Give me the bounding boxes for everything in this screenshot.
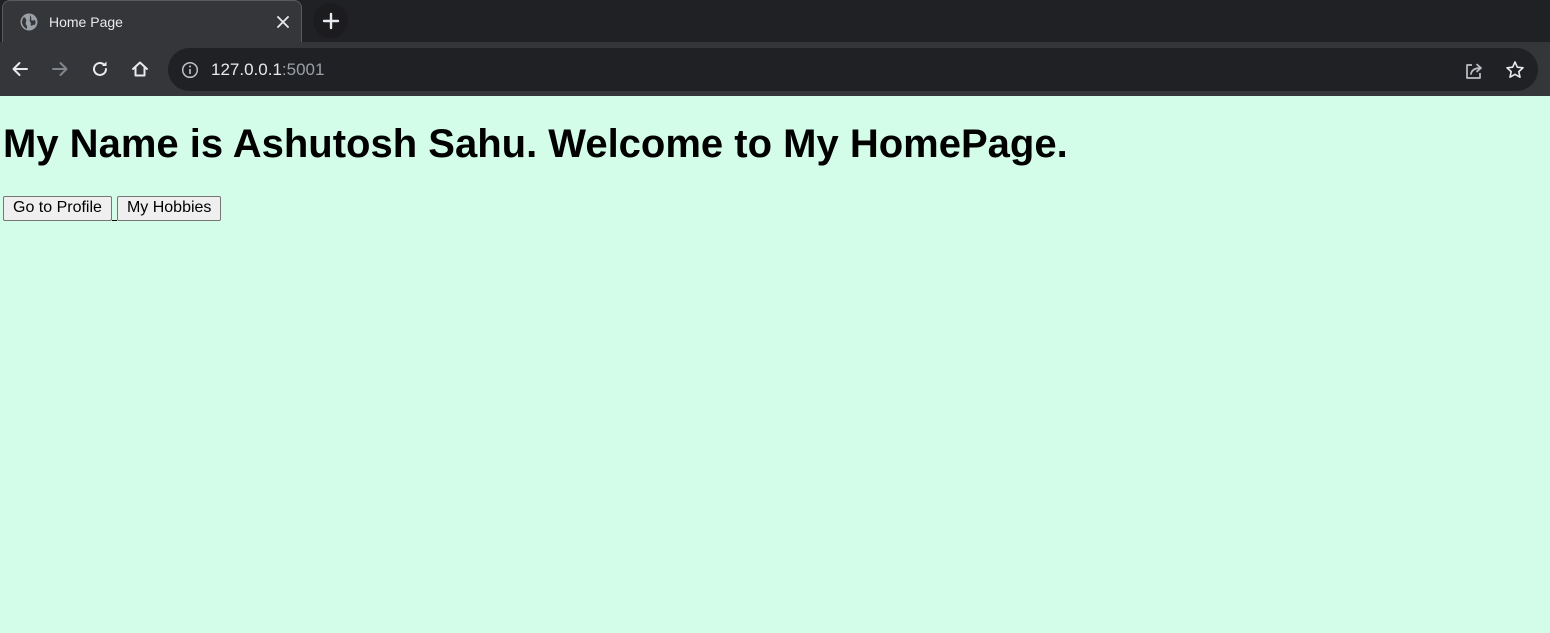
button-row: Go to Profile My Hobbies: [3, 195, 222, 221]
url-port: :5001: [281, 60, 325, 79]
reload-icon: [90, 59, 110, 79]
home-button[interactable]: [126, 55, 154, 83]
browser-window: Home Page 127.0.0.1:5001 My Name is Ashu…: [0, 0, 1550, 633]
page-content: My Name is Ashutosh Sahu. Welcome to My …: [0, 96, 1550, 633]
arrow-left-icon: [10, 59, 30, 79]
share-icon[interactable]: [1463, 60, 1485, 82]
star-icon[interactable]: [1504, 59, 1526, 81]
close-icon[interactable]: [273, 12, 293, 32]
page-title: My Name is Ashutosh Sahu. Welcome to My …: [3, 122, 1068, 166]
hobbies-link[interactable]: My Hobbies: [116, 195, 222, 221]
address-bar[interactable]: 127.0.0.1:5001: [168, 48, 1538, 91]
tab-home-page[interactable]: Home Page: [2, 0, 302, 42]
globe-icon: [19, 12, 39, 32]
home-icon: [130, 59, 150, 79]
forward-button[interactable]: [46, 55, 74, 83]
arrow-right-icon: [50, 59, 70, 79]
go-to-profile-button[interactable]: Go to Profile: [3, 195, 112, 221]
plus-icon: [322, 12, 340, 30]
url-text[interactable]: 127.0.0.1:5001: [211, 60, 324, 80]
tab-strip: Home Page: [0, 0, 1550, 42]
url-host: 127.0.0.1: [211, 60, 282, 79]
back-button[interactable]: [6, 55, 34, 83]
new-tab-button[interactable]: [313, 3, 348, 38]
my-hobbies-button[interactable]: My Hobbies: [116, 195, 222, 221]
browser-toolbar: 127.0.0.1:5001: [0, 42, 1550, 96]
profile-link[interactable]: Go to Profile: [3, 195, 117, 221]
tab-title: Home Page: [49, 14, 123, 30]
reload-button[interactable]: [86, 55, 114, 83]
info-icon[interactable]: [180, 60, 200, 80]
